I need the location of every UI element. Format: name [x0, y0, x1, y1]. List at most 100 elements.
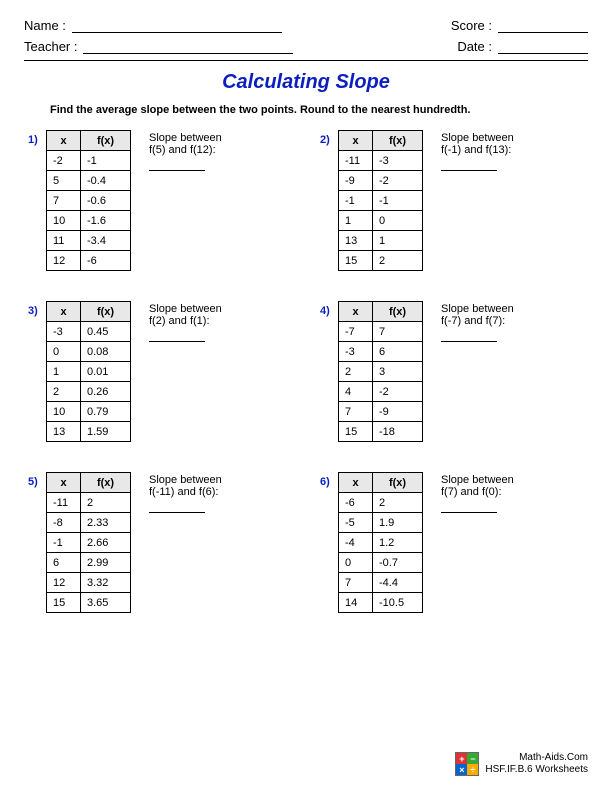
table-row: 131.59: [47, 422, 131, 442]
cell-x: 14: [339, 593, 373, 613]
cell-x: -4: [339, 533, 373, 553]
col-header-x: x: [47, 473, 81, 493]
teacher-label: Teacher :: [24, 39, 77, 54]
answer-blank[interactable]: [149, 170, 205, 171]
cell-fx: 6: [373, 342, 423, 362]
footer-text: Math-Aids.Com HSF.IF.B.6 Worksheets: [485, 752, 588, 776]
table-row: 11-3.4: [47, 231, 131, 251]
slope-points: f(7) and f(0):: [441, 486, 514, 498]
problem: 5)xf(x)-112-82.33-12.6662.99123.32153.65…: [28, 472, 292, 613]
table-row: 20.26: [47, 382, 131, 402]
cell-x: 7: [339, 573, 373, 593]
score-blank[interactable]: [498, 19, 588, 33]
cell-fx: 1.59: [81, 422, 131, 442]
table-row: 131: [339, 231, 423, 251]
table-row: 10: [339, 211, 423, 231]
problem: 6)xf(x)-62-51.9-41.20-0.77-4.414-10.5Slo…: [320, 472, 584, 613]
problem-number: 1): [28, 130, 46, 271]
cell-fx: -6: [81, 251, 131, 271]
page-title: Calculating Slope: [24, 71, 588, 94]
slope-prompt: Slope betweenf(-11) and f(6):: [149, 472, 222, 613]
cell-fx: -1: [373, 191, 423, 211]
slope-between-label: Slope between: [149, 132, 222, 144]
footer-standard: HSF.IF.B.6 Worksheets: [485, 764, 588, 776]
table-row: 15-18: [339, 422, 423, 442]
answer-blank[interactable]: [441, 512, 497, 513]
col-header-fx: f(x): [373, 131, 423, 151]
slope-prompt: Slope betweenf(5) and f(12):: [149, 130, 222, 271]
table-row: -9-2: [339, 171, 423, 191]
header-rule: [24, 60, 588, 61]
table-row: 62.99: [47, 553, 131, 573]
cell-x: 15: [47, 593, 81, 613]
cell-x: 0: [339, 553, 373, 573]
name-label: Name :: [24, 18, 66, 33]
cell-fx: -2: [373, 382, 423, 402]
slope-prompt: Slope betweenf(7) and f(0):: [441, 472, 514, 613]
cell-fx: 7: [373, 322, 423, 342]
col-header-x: x: [339, 131, 373, 151]
data-table: xf(x)-77-36234-27-915-18: [338, 301, 423, 442]
slope-points: f(-7) and f(7):: [441, 315, 514, 327]
cell-x: -1: [339, 191, 373, 211]
problem: 2)xf(x)-11-3-9-2-1-110131152Slope betwee…: [320, 130, 584, 271]
answer-blank[interactable]: [149, 341, 205, 342]
cell-x: -11: [47, 493, 81, 513]
answer-blank[interactable]: [441, 341, 497, 342]
cell-fx: 0.79: [81, 402, 131, 422]
table-row: -41.2: [339, 533, 423, 553]
problem-number: 4): [320, 301, 338, 442]
date-field: Date :: [457, 39, 588, 54]
cell-fx: 3: [373, 362, 423, 382]
cell-fx: 1.9: [373, 513, 423, 533]
date-blank[interactable]: [498, 40, 588, 54]
answer-blank[interactable]: [149, 512, 205, 513]
slope-between-label: Slope between: [441, 132, 514, 144]
cell-fx: -1.6: [81, 211, 131, 231]
cell-x: -11: [339, 151, 373, 171]
table-row: 23: [339, 362, 423, 382]
data-table: xf(x)-62-51.9-41.20-0.77-4.414-10.5: [338, 472, 423, 613]
cell-x: 13: [47, 422, 81, 442]
cell-x: 12: [47, 573, 81, 593]
answer-blank[interactable]: [441, 170, 497, 171]
name-blank[interactable]: [72, 19, 282, 33]
date-label: Date :: [457, 39, 492, 54]
cell-x: 15: [339, 422, 373, 442]
problem-number: 3): [28, 301, 46, 442]
table-row: -62: [339, 493, 423, 513]
cell-fx: -9: [373, 402, 423, 422]
problem-number: 6): [320, 472, 338, 613]
problem: 1)xf(x)-2-15-0.47-0.610-1.611-3.412-6Slo…: [28, 130, 292, 271]
cell-x: 1: [339, 211, 373, 231]
cell-fx: 0.08: [81, 342, 131, 362]
cell-x: 7: [339, 402, 373, 422]
cell-fx: 2.33: [81, 513, 131, 533]
cell-x: 2: [47, 382, 81, 402]
teacher-blank[interactable]: [83, 40, 293, 54]
table-row: 10.01: [47, 362, 131, 382]
cell-fx: 1: [373, 231, 423, 251]
table-row: -77: [339, 322, 423, 342]
cell-fx: 0.45: [81, 322, 131, 342]
slope-points: f(5) and f(12):: [149, 144, 222, 156]
cell-x: -8: [47, 513, 81, 533]
col-header-x: x: [47, 302, 81, 322]
cell-x: -7: [339, 322, 373, 342]
header-row-2: Teacher : Date :: [24, 39, 588, 54]
cell-fx: 1.2: [373, 533, 423, 553]
data-table: xf(x)-30.4500.0810.0120.26100.79131.59: [46, 301, 131, 442]
cell-fx: 2: [81, 493, 131, 513]
cell-fx: 2.99: [81, 553, 131, 573]
cell-fx: 3.32: [81, 573, 131, 593]
cell-fx: -3.4: [81, 231, 131, 251]
col-header-x: x: [47, 131, 81, 151]
table-row: -2-1: [47, 151, 131, 171]
cell-fx: 3.65: [81, 593, 131, 613]
table-row: 14-10.5: [339, 593, 423, 613]
cell-fx: -1: [81, 151, 131, 171]
cell-fx: -10.5: [373, 593, 423, 613]
cell-x: -9: [339, 171, 373, 191]
cell-x: -3: [339, 342, 373, 362]
slope-between-label: Slope between: [149, 303, 222, 315]
